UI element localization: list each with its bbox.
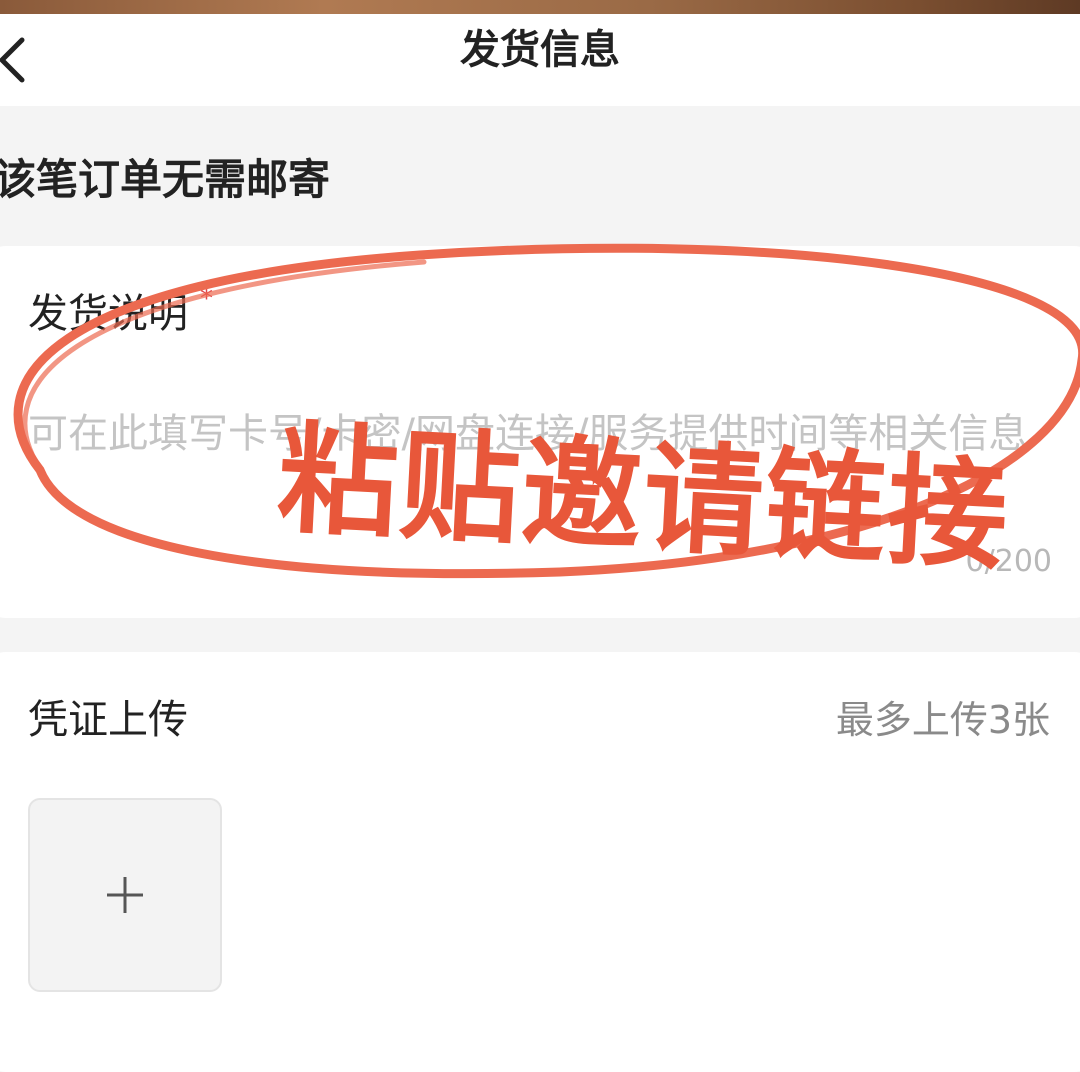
page-title: 发货信息 xyxy=(460,27,620,73)
add-image-button[interactable] xyxy=(28,798,222,992)
shipping-description-label: 发货说明 xyxy=(28,291,188,337)
character-counter: 0/200 xyxy=(965,544,1052,579)
no-shipping-notice: 该笔订单无需邮寄 xyxy=(0,155,331,204)
shipping-description-input[interactable] xyxy=(28,404,1058,534)
required-mark: * xyxy=(200,284,213,314)
upload-limit-hint: 最多上传3张 xyxy=(835,698,1050,742)
background-photo-strip xyxy=(0,0,1080,14)
plus-icon xyxy=(107,877,143,913)
navigation-bar: 发货信息 xyxy=(0,14,1080,106)
proof-upload-title: 凭证上传 xyxy=(28,697,188,743)
